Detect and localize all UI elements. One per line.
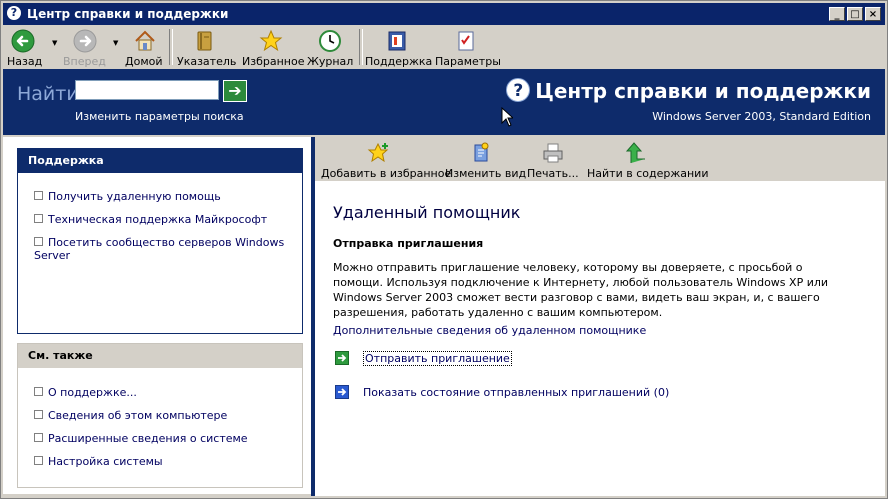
bullet-icon (34, 237, 43, 246)
options-button[interactable]: Параметры (435, 27, 501, 68)
home-icon (135, 30, 155, 51)
see-also-link-about[interactable]: О поддержке... (34, 386, 292, 399)
history-button[interactable]: Журнал (307, 27, 354, 68)
find-in-contents-button[interactable]: Найти в содержании (587, 139, 708, 180)
invitation-status-label: Показать состояние отправленных приглаше… (363, 386, 670, 399)
mouse-cursor-icon (501, 107, 513, 127)
index-book-icon (197, 31, 212, 51)
banner-title: ? Центр справки и поддержки (506, 78, 871, 103)
window-controls: _ □ × (827, 7, 881, 21)
see-also-link-label: Расширенные сведения о системе (48, 432, 248, 445)
support-link-microsoft[interactable]: Техническая поддержка Майкрософт (34, 213, 292, 226)
favorites-button[interactable]: Избранное (242, 27, 304, 68)
edition-label: Windows Server 2003, Standard Edition (652, 110, 871, 123)
blue-arrow-icon (335, 385, 349, 399)
support-link-label: Получить удаленную помощь (48, 190, 221, 203)
toolbar-separator (359, 29, 363, 65)
back-arrow-icon (11, 29, 35, 53)
favorites-label: Избранное (242, 55, 305, 68)
article-subtitle: Отправка приглашения (333, 237, 484, 250)
back-dropdown-icon[interactable]: ▼ (52, 39, 57, 47)
see-also-box: См. также О поддержке... Сведения об это… (17, 343, 303, 488)
search-options-link[interactable]: Изменить параметры поиска (75, 110, 244, 123)
invitation-status-link[interactable]: Показать состояние отправленных приглаше… (335, 385, 669, 399)
find-in-contents-label: Найти в содержании (587, 167, 709, 180)
title-bar[interactable]: ? Центр справки и поддержки _ □ × (3, 3, 885, 25)
bullet-icon (34, 191, 43, 200)
printer-icon (543, 143, 563, 163)
support-link-remote-help[interactable]: Получить удаленную помощь (34, 190, 292, 203)
search-go-button[interactable]: ➔ (223, 80, 247, 102)
add-favorite-star-icon (367, 142, 389, 163)
green-arrow-icon (335, 351, 349, 365)
add-to-favorites-button[interactable]: Добавить в избранное (321, 139, 451, 180)
go-arrow-icon: ➔ (228, 81, 242, 100)
see-also-heading: См. также (18, 344, 302, 368)
banner-title-text: Центр справки и поддержки (535, 79, 871, 103)
bullet-icon (34, 214, 43, 223)
see-also-link-label: Сведения об этом компьютере (48, 409, 228, 422)
search-input[interactable] (75, 80, 219, 100)
print-label: Печать... (527, 167, 579, 180)
more-info-link[interactable]: Дополнительные сведения об удаленном пом… (333, 324, 646, 337)
toolbar-separator (169, 29, 173, 65)
content-pane: Добавить в избранное Изменить вид Печать… (315, 137, 885, 496)
change-view-button[interactable]: Изменить вид (445, 139, 526, 180)
history-clock-icon (319, 30, 341, 52)
help-question-icon: ? (506, 78, 531, 102)
back-button[interactable]: Назад (7, 27, 43, 68)
search-banner: Найти ➔ Изменить параметры поиска ? Центр… (3, 69, 885, 135)
send-invitation-label: Отправить приглашение (363, 351, 512, 366)
find-in-contents-arrow-icon (625, 142, 645, 163)
home-button[interactable]: Домой (125, 27, 165, 68)
support-label: Поддержка (365, 55, 433, 68)
article-paragraph: Можно отправить приглашение человеку, ко… (333, 261, 829, 319)
see-also-link-label: Настройка системы (48, 455, 163, 468)
send-invitation-link[interactable]: Отправить приглашение (335, 351, 512, 366)
left-pane: Поддержка Получить удаленную помощь Техн… (3, 137, 311, 494)
options-checklist-icon (458, 31, 474, 51)
maximize-button[interactable]: □ (847, 7, 863, 21)
support-box-heading: Поддержка (18, 149, 302, 173)
main-toolbar: Назад ▼ Вперед ▼ Домой Указатель Избранн… (3, 25, 885, 70)
home-label: Домой (125, 55, 163, 68)
support-box: Поддержка Получить удаленную помощь Техн… (17, 148, 303, 334)
support-button[interactable]: Поддержка (365, 27, 433, 68)
history-label: Журнал (307, 55, 354, 68)
search-label: Найти (17, 83, 79, 105)
add-to-favorites-label: Добавить в избранное (321, 167, 452, 180)
print-button[interactable]: Печать... (527, 139, 579, 180)
see-also-link-advanced-info[interactable]: Расширенные сведения о системе (34, 432, 292, 445)
bullet-icon (34, 387, 43, 396)
article-title: Удаленный помощник (333, 203, 521, 222)
content-toolbar: Добавить в избранное Изменить вид Печать… (315, 137, 885, 181)
index-label: Указатель (177, 55, 237, 68)
see-also-link-label: О поддержке... (48, 386, 137, 399)
favorites-star-icon (259, 29, 283, 52)
forward-dropdown-icon[interactable]: ▼ (113, 39, 118, 47)
bullet-icon (34, 410, 43, 419)
window-title: Центр справки и поддержки (27, 7, 229, 21)
change-view-icon (474, 142, 489, 162)
support-link-label: Посетить сообщество серверов Windows Ser… (34, 236, 285, 262)
close-button[interactable]: × (865, 7, 881, 21)
support-link-label: Техническая поддержка Майкрософт (48, 213, 268, 226)
forward-arrow-icon (73, 29, 97, 53)
forward-label: Вперед (63, 55, 106, 68)
index-button[interactable]: Указатель (177, 27, 237, 68)
bullet-icon (34, 433, 43, 442)
help-app-icon: ? (7, 6, 21, 20)
support-icon (388, 31, 406, 51)
support-link-community[interactable]: Посетить сообщество серверов Windows Ser… (34, 236, 292, 262)
minimize-button[interactable]: _ (829, 7, 845, 21)
options-label: Параметры (435, 55, 501, 68)
see-also-link-computer-info[interactable]: Сведения об этом компьютере (34, 409, 292, 422)
see-also-link-system-config[interactable]: Настройка системы (34, 455, 292, 468)
bullet-icon (34, 456, 43, 465)
help-center-window: ? Центр справки и поддержки _ □ × Назад … (0, 0, 888, 499)
forward-button[interactable]: Вперед (63, 27, 106, 68)
change-view-label: Изменить вид (445, 167, 527, 180)
back-label: Назад (7, 55, 43, 68)
